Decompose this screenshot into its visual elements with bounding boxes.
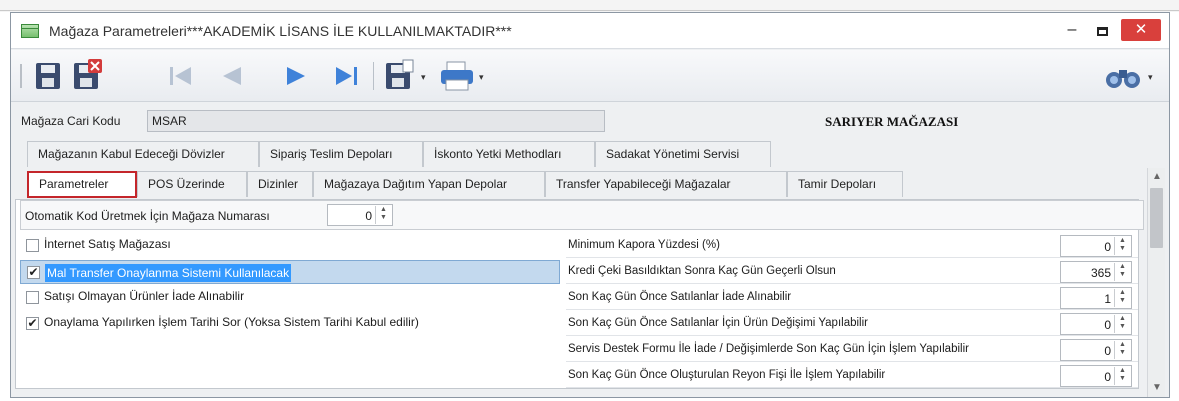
last-record-icon[interactable] (331, 50, 363, 102)
spinner-arrows-icon[interactable]: ▲ ▼ (1114, 289, 1130, 307)
minimize-button[interactable]: – (1063, 22, 1081, 39)
export-dropdown-arrow[interactable]: ▾ (421, 72, 426, 83)
print-dropdown-arrow[interactable]: ▾ (479, 72, 484, 83)
param-label: Son Kaç Gün Önce Satılanlar İçin Ürün De… (568, 317, 868, 329)
previous-record-icon[interactable] (217, 50, 247, 102)
print-icon[interactable] (437, 50, 477, 102)
vertical-scrollbar[interactable]: ▲ ▼ (1147, 168, 1165, 397)
checkbox-ask-transaction-date[interactable]: ✔ (26, 317, 39, 330)
store-account-row: Mağaza Cari Kodu MSAR SARIYER MAĞAZASI (15, 110, 1165, 132)
checkbox-return-unsold[interactable] (26, 291, 39, 304)
title-bar: Mağaza Parametreleri***AKADEMİK LİSANS İ… (11, 13, 1169, 49)
tab-parametreler[interactable]: Parametreler (27, 171, 137, 198)
checkbox-label: Mal Transfer Onaylanma Sistemi Kullanıla… (45, 264, 292, 282)
toolbar: ▾ ▾ ▾ (11, 50, 1169, 102)
checkbox-row-ask-transaction-date[interactable]: ✔ Onaylama Yapılırken İşlem Tarihi Sor (… (20, 312, 560, 336)
window-title: Mağaza Parametreleri***AKADEMİK LİSANS İ… (49, 23, 512, 39)
store-parameters-window: Mağaza Parametreleri***AKADEMİK LİSANS İ… (10, 12, 1170, 398)
auto-code-label: Otomatik Kod Üretmek İçin Mağaza Numaras… (25, 209, 270, 223)
scroll-up-icon[interactable]: ▲ (1148, 168, 1166, 186)
scroll-thumb[interactable] (1150, 188, 1163, 248)
tab-repair-warehouses[interactable]: Tamir Depoları (787, 171, 903, 197)
param-spinner[interactable]: 0 ▲ ▼ (1060, 339, 1132, 361)
param-spinner[interactable]: 365 ▲ ▼ (1060, 261, 1132, 283)
param-value: 1 (1104, 292, 1111, 306)
spinner-arrows-icon[interactable]: ▲ ▼ (1114, 367, 1130, 385)
spinner-arrows-icon[interactable]: ▲ ▼ (1114, 315, 1130, 333)
tab-distribution-warehouses[interactable]: Mağazaya Dağıtım Yapan Depolar (313, 171, 545, 197)
tab-discount-authority-methods[interactable]: İskonto Yetki Methodları (423, 141, 595, 167)
param-value: 0 (1104, 344, 1111, 358)
toolbar-separator (373, 62, 374, 90)
param-value: 0 (1104, 240, 1111, 254)
store-account-label: Mağaza Cari Kodu (21, 114, 121, 128)
tab-pos[interactable]: POS Üzerinde (137, 171, 247, 197)
next-record-icon[interactable] (281, 50, 311, 102)
param-label: Son Kaç Gün Önce Satılanlar İade Alınabi… (568, 291, 792, 303)
param-label: Son Kaç Gün Önce Oluşturulan Reyon Fişi … (568, 369, 886, 381)
tab-loyalty-management-service[interactable]: Sadakat Yönetimi Servisi (595, 141, 771, 167)
param-spinner[interactable]: 0 ▲ ▼ (1060, 313, 1132, 335)
tab-order-delivery-warehouses[interactable]: Sipariş Teslim Depoları (259, 141, 423, 167)
tab-indexes[interactable]: Dizinler (247, 171, 313, 197)
scroll-down-icon[interactable]: ▼ (1148, 379, 1166, 397)
auto-code-spinner[interactable]: 0 ▲ ▼ (327, 204, 393, 226)
param-label: Minimum Kapora Yüzdesi (%) (568, 239, 720, 251)
search-dropdown-arrow[interactable]: ▾ (1148, 72, 1153, 83)
param-value: 0 (1104, 370, 1111, 384)
param-label: Servis Destek Formu İle İade / Değişimle… (568, 343, 969, 355)
binoculars-icon[interactable] (1103, 50, 1143, 102)
store-account-field[interactable]: MSAR (147, 110, 605, 132)
tab-transfer-stores[interactable]: Transfer Yapabileceği Mağazalar (545, 171, 787, 197)
param-row: Son Kaç Gün Önce Satılanlar İçin Ürün De… (566, 312, 1138, 336)
checkbox-internet-store[interactable] (26, 239, 39, 252)
background-strip (0, 0, 1179, 12)
checkbox-label: İnternet Satış Mağazası (44, 237, 171, 251)
close-button[interactable]: ✕ (1121, 19, 1161, 41)
param-value: 365 (1090, 266, 1111, 280)
auto-code-value: 0 (365, 209, 372, 223)
save-icon[interactable] (33, 50, 63, 102)
checkbox-transfer-approval[interactable]: ✔ (27, 266, 40, 279)
checkbox-row-transfer-approval[interactable]: ✔ Mal Transfer Onaylanma Sistemi Kullanı… (20, 260, 560, 284)
param-label: Kredi Çeki Basıldıktan Sonra Kaç Gün Geç… (568, 265, 836, 277)
auto-code-row: Otomatik Kod Üretmek İçin Mağaza Numaras… (20, 200, 1144, 230)
spinner-arrows-icon[interactable]: ▲ ▼ (1114, 341, 1130, 359)
param-spinner[interactable]: 1 ▲ ▼ (1060, 287, 1132, 309)
param-row: Kredi Çeki Basıldıktan Sonra Kaç Gün Geç… (566, 260, 1138, 284)
checkbox-label: Onaylama Yapılırken İşlem Tarihi Sor (Yo… (44, 315, 419, 329)
export-icon[interactable] (383, 50, 417, 102)
numeric-parameters: Minimum Kapora Yüzdesi (%) 0 ▲ ▼ Kredi Çe… (566, 234, 1138, 388)
checkbox-list: İnternet Satış Mağazası ✔ Mal Transfer O… (20, 234, 560, 384)
delete-icon[interactable] (71, 50, 105, 102)
spinner-arrows-icon[interactable]: ▲ ▼ (1114, 237, 1130, 255)
checkbox-row-internet-store[interactable]: İnternet Satış Mağazası (20, 234, 560, 258)
spinner-arrows-icon[interactable]: ▲ ▼ (1114, 263, 1130, 281)
checkbox-row-return-unsold[interactable]: Satışı Olmayan Ürünler İade Alınabilir (20, 286, 560, 310)
toolbar-grip (20, 64, 22, 88)
spinner-arrows-icon[interactable]: ▲ ▼ (375, 206, 391, 224)
param-row: Servis Destek Formu İle İade / Değişimle… (566, 338, 1138, 362)
tab-accepted-currencies[interactable]: Mağazanın Kabul Edeceği Dövizler (27, 141, 259, 167)
app-icon (21, 24, 39, 38)
maximize-button[interactable] (1097, 27, 1108, 36)
parameters-panel: Otomatik Kod Üretmek İçin Mağaza Numaras… (15, 199, 1144, 389)
param-spinner[interactable]: 0 ▲ ▼ (1060, 235, 1132, 257)
param-row: Son Kaç Gün Önce Oluşturulan Reyon Fişi … (566, 364, 1138, 388)
param-row: Minimum Kapora Yüzdesi (%) 0 ▲ ▼ (566, 234, 1138, 258)
first-record-icon[interactable] (167, 50, 197, 102)
param-spinner[interactable]: 0 ▲ ▼ (1060, 365, 1132, 387)
checkbox-label: Satışı Olmayan Ürünler İade Alınabilir (44, 289, 245, 303)
param-row: Son Kaç Gün Önce Satılanlar İade Alınabi… (566, 286, 1138, 310)
store-name: SARIYER MAĞAZASI (825, 114, 959, 129)
param-value: 0 (1104, 318, 1111, 332)
